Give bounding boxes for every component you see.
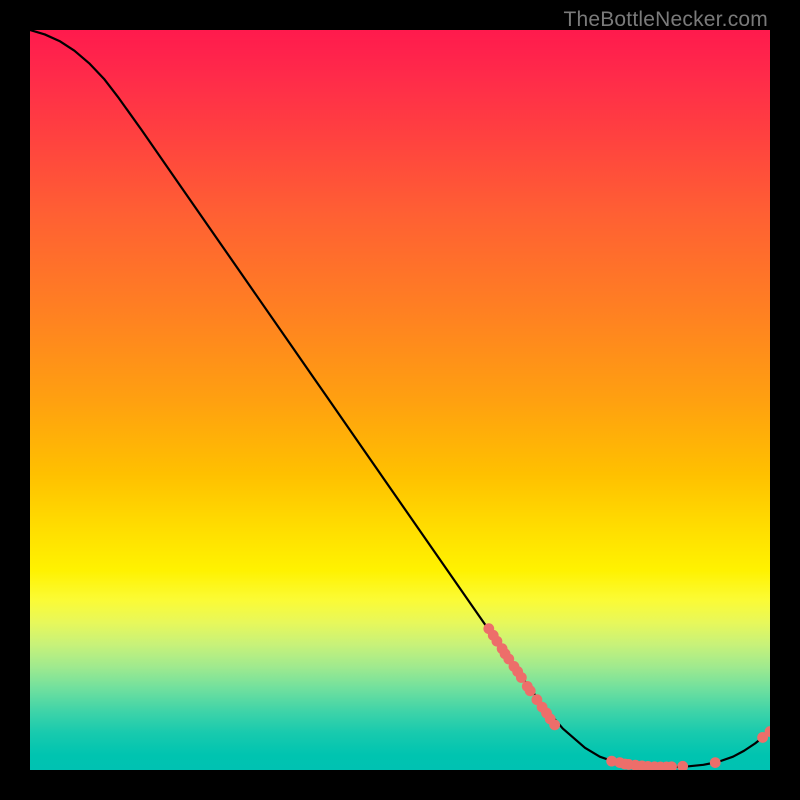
chart-curve [30,30,770,767]
data-point [677,761,688,770]
data-point [525,685,536,696]
chart-plot-area [30,30,770,770]
chart-scatter-points [483,623,770,770]
data-point [549,719,560,730]
data-point [710,757,721,768]
watermark-text: TheBottleNecker.com [563,8,768,32]
bottleneck-curve [30,30,770,767]
data-point [516,672,527,683]
chart-svg [30,30,770,770]
